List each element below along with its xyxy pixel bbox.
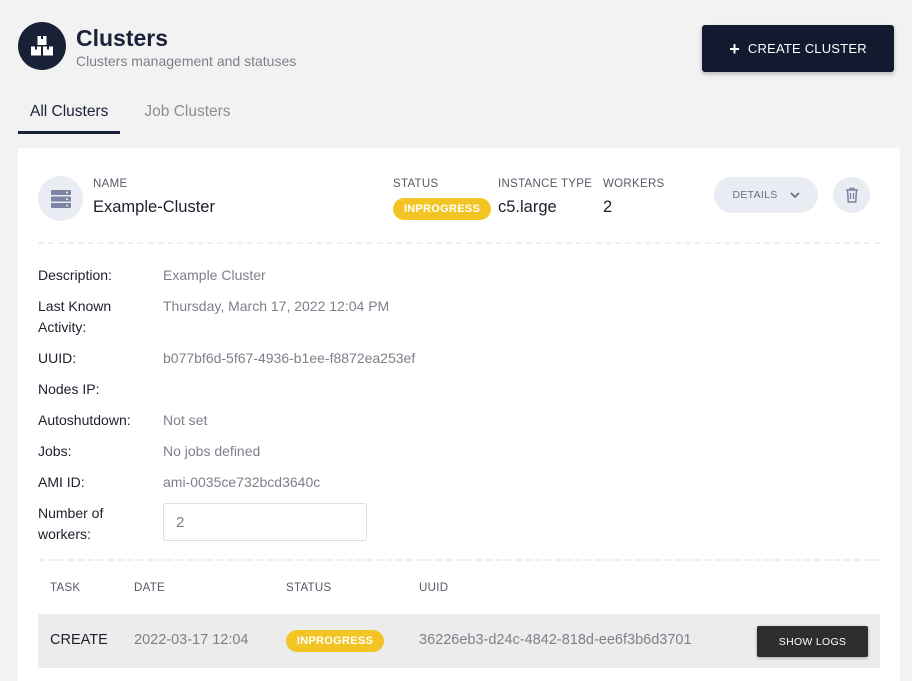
table-row: CREATE 2022-03-17 12:04 INPROGRESS 36226… xyxy=(38,614,880,668)
workers-label: WORKERS xyxy=(603,178,665,190)
number-of-workers-label: Number of workers: xyxy=(38,505,104,542)
details-button[interactable]: DETAILS xyxy=(714,177,818,213)
date-cell: 2022-03-17 12:04 xyxy=(134,632,249,648)
description-label: Description: xyxy=(38,267,112,283)
instance-type-label: INSTANCE TYPE xyxy=(498,178,593,190)
ami-id-label: AMI ID: xyxy=(38,474,85,490)
last-activity-value: Thursday, March 17, 2022 12:04 PM xyxy=(163,298,390,314)
date-column-header: DATE xyxy=(134,582,166,594)
delete-cluster-button[interactable] xyxy=(833,177,870,213)
show-logs-button[interactable]: SHOW LOGS xyxy=(757,626,868,657)
autoshutdown-label: Autoshutdown: xyxy=(38,412,131,428)
create-cluster-label: CREATE CLUSTER xyxy=(747,41,867,56)
name-label: NAME xyxy=(93,178,128,190)
task-uuid-cell: 36226eb3-d24c-4842-818d-ee6f3b6d3701 xyxy=(419,632,692,648)
create-cluster-button[interactable]: + CREATE CLUSTER xyxy=(702,25,894,72)
boxes-icon xyxy=(18,22,66,70)
divider xyxy=(38,242,880,244)
task-column-header: TASK xyxy=(50,582,81,594)
autoshutdown-value: Not set xyxy=(163,412,208,428)
uuid-label: UUID: xyxy=(38,350,77,366)
number-of-workers-input[interactable] xyxy=(163,503,367,541)
uuid-column-header: UUID xyxy=(419,582,449,594)
nodes-ip-label: Nodes IP: xyxy=(38,381,100,397)
tab-job-clusters[interactable]: Job Clusters xyxy=(132,100,242,134)
status-badge: INPROGRESS xyxy=(393,198,491,220)
description-value: Example Cluster xyxy=(163,267,266,283)
page-subtitle: Clusters management and statuses xyxy=(76,52,297,69)
page-header: Clusters Clusters management and statuse… xyxy=(18,22,296,70)
jobs-label: Jobs: xyxy=(38,443,72,459)
page-title: Clusters xyxy=(76,24,169,51)
trash-icon xyxy=(845,187,858,203)
last-activity-label: Last Known Activity: xyxy=(38,298,112,335)
cluster-name: Example-Cluster xyxy=(93,198,215,216)
server-icon xyxy=(38,176,83,221)
task-status-badge: INPROGRESS xyxy=(286,630,384,652)
plus-icon: + xyxy=(729,38,740,59)
uuid-value: b077bf6d-5f67-4936-b1ee-f8872ea253ef xyxy=(163,350,416,366)
chevron-down-icon xyxy=(789,191,800,198)
tab-all-clusters[interactable]: All Clusters xyxy=(18,100,121,134)
instance-type-value: c5.large xyxy=(498,198,557,216)
jobs-value: No jobs defined xyxy=(163,443,261,459)
ami-id-value: ami-0035ce732bcd3640c xyxy=(163,474,321,490)
workers-value: 2 xyxy=(603,198,613,216)
cluster-tabs: All Clusters Job Clusters xyxy=(18,100,243,134)
status-label: STATUS xyxy=(393,178,439,190)
divider xyxy=(38,559,880,561)
cluster-card: NAME Example-Cluster STATUS INPROGRESS I… xyxy=(18,148,900,681)
task-cell: CREATE xyxy=(50,632,108,648)
details-label: DETAILS xyxy=(732,189,778,201)
status-column-header: STATUS xyxy=(286,582,332,594)
